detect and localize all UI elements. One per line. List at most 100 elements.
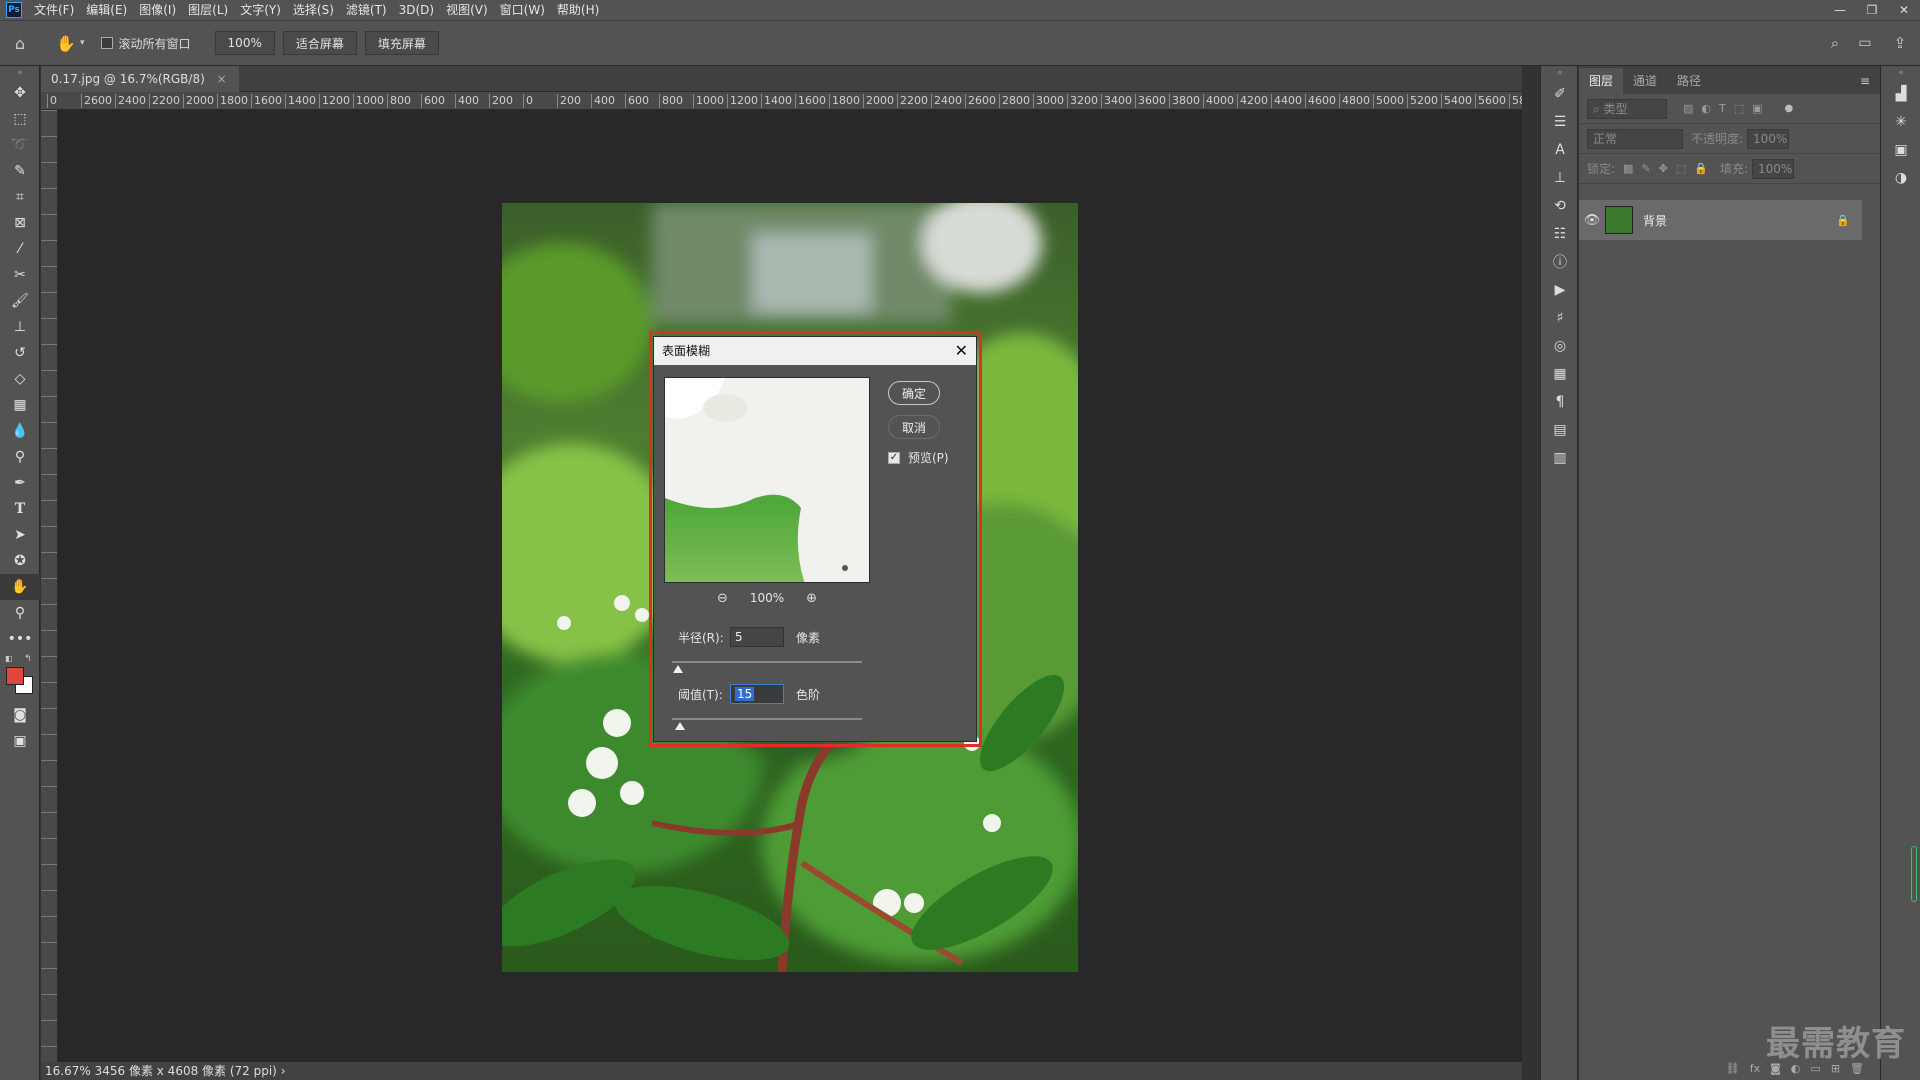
brush-tool-icon[interactable]: 🖌: [0, 288, 40, 314]
paragraph-icon[interactable]: ¶: [1541, 388, 1579, 416]
scroll-all-windows-checkbox[interactable]: 滚动所有窗口: [100, 35, 191, 52]
menu-3d[interactable]: 3D(D): [393, 0, 440, 20]
marquee-tool-icon[interactable]: ⬚: [0, 106, 40, 132]
quick-select-tool-icon[interactable]: ✎: [0, 158, 40, 184]
radius-slider-thumb[interactable]: [672, 665, 683, 673]
table-icon[interactable]: ▦: [1541, 360, 1579, 388]
screen-mode-icon[interactable]: ▣: [0, 728, 40, 754]
opacity-field[interactable]: 100%: [1747, 128, 1790, 149]
eraser-tool-icon[interactable]: ◇: [0, 366, 40, 392]
menu-edit[interactable]: 编辑(E): [80, 0, 133, 20]
document-tab[interactable]: 0.17.jpg @ 16.7%(RGB/8) ×: [41, 66, 239, 92]
fill-screen-button[interactable]: 填充屏幕: [364, 31, 439, 55]
zoom-out-icon[interactable]: ⊖: [717, 591, 728, 606]
default-colors-icon[interactable]: ◧: [5, 654, 13, 663]
type-tool-icon[interactable]: T: [0, 496, 40, 522]
color-icon[interactable]: ◑: [1881, 164, 1920, 192]
checkbox-checked-icon[interactable]: ✓: [888, 451, 900, 464]
adjustments-icon[interactable]: ☰: [1541, 108, 1579, 136]
menu-file[interactable]: 文件(F): [28, 0, 80, 20]
fit-screen-button[interactable]: 适合屏幕: [282, 31, 357, 55]
threshold-slider-track[interactable]: [672, 718, 862, 720]
hand-tool-icon[interactable]: ✋: [0, 574, 40, 600]
menu-type[interactable]: 文字(Y): [234, 0, 287, 20]
navigator-icon[interactable]: ✳: [1881, 108, 1920, 136]
notes-icon[interactable]: ▤: [1541, 416, 1579, 444]
restore-icon[interactable]: ❐: [1856, 0, 1888, 20]
character-icon[interactable]: A: [1541, 136, 1579, 164]
collapse-icon[interactable]: »: [0, 66, 40, 80]
color-swatches[interactable]: ◧ ↰: [0, 652, 40, 702]
radius-slider-track[interactable]: [672, 661, 862, 663]
menu-select[interactable]: 选择(S): [287, 0, 340, 20]
close-tab-icon[interactable]: ×: [217, 72, 227, 86]
eye-icon[interactable]: 👁: [1579, 213, 1605, 228]
layer-row[interactable]: 👁 背景 🔒: [1579, 200, 1862, 240]
collapse-icon[interactable]: «: [1881, 66, 1920, 80]
threshold-slider-thumb[interactable]: [674, 722, 685, 730]
info-icon[interactable]: ⓘ: [1541, 248, 1579, 276]
stamp-tool-icon[interactable]: ⊥: [0, 314, 40, 340]
more-tools-icon[interactable]: •••: [0, 626, 40, 652]
home-icon[interactable]: ⌂: [0, 34, 40, 53]
preview-checkbox[interactable]: ✓ 预览(P): [888, 449, 949, 466]
hand-tool-icon[interactable]: ✋: [52, 34, 80, 53]
glyphs-icon[interactable]: ▥: [1541, 444, 1579, 472]
search-icon[interactable]: ⌕: [1820, 34, 1850, 52]
quick-mask-icon[interactable]: ◙: [0, 702, 40, 728]
actions-icon[interactable]: ▶: [1541, 276, 1579, 304]
menu-help[interactable]: 帮助(H): [551, 0, 605, 20]
tab-channels[interactable]: 通道: [1623, 68, 1667, 94]
healing-tool-icon[interactable]: ✂: [0, 262, 40, 288]
cancel-button[interactable]: 取消: [888, 415, 940, 439]
zoom-100-button[interactable]: 100%: [214, 31, 275, 55]
menu-view[interactable]: 视图(V): [440, 0, 494, 20]
blur-tool-icon[interactable]: 💧: [0, 418, 40, 444]
styles-icon[interactable]: ♯: [1541, 304, 1579, 332]
ok-button[interactable]: 确定: [888, 381, 940, 405]
menu-window[interactable]: 窗口(W): [494, 0, 551, 20]
tab-paths[interactable]: 路径: [1667, 68, 1711, 94]
radius-input[interactable]: 5: [730, 627, 784, 647]
filter-type-icons[interactable]: ▨◐T⬚▣: [1683, 102, 1771, 115]
fill-field[interactable]: 100%: [1752, 158, 1795, 179]
minimize-icon[interactable]: —: [1824, 0, 1856, 20]
shape-tool-icon[interactable]: ✪: [0, 548, 40, 574]
move-tool-icon[interactable]: ✥: [0, 80, 40, 106]
histogram-icon[interactable]: ▟: [1881, 80, 1920, 108]
menu-filter[interactable]: 滤镜(T): [340, 0, 393, 20]
dodge-tool-icon[interactable]: ⚲: [0, 444, 40, 470]
tab-layers[interactable]: 图层: [1579, 68, 1624, 94]
pen-tool-icon[interactable]: ✒: [0, 470, 40, 496]
fx-icon[interactable]: fx: [1750, 1062, 1760, 1075]
close-icon[interactable]: ✕: [955, 337, 968, 365]
eyedropper-tool-icon[interactable]: ⁄: [0, 236, 40, 262]
lock-icons[interactable]: ▩✎✥⬚🔒: [1623, 162, 1716, 175]
filter-toggle-icon[interactable]: ●: [1785, 103, 1794, 114]
crop-tool-icon[interactable]: ⌗: [0, 184, 40, 210]
foreground-color-swatch[interactable]: [6, 667, 24, 685]
workspace-icon[interactable]: ▭: [1850, 35, 1880, 51]
path-select-tool-icon[interactable]: ➤: [0, 522, 40, 548]
3d-icon[interactable]: ◎: [1541, 332, 1579, 360]
collapse-icon[interactable]: «: [1541, 66, 1579, 80]
zoom-in-icon[interactable]: ⊕: [806, 591, 817, 606]
share-icon[interactable]: ⇪: [1880, 34, 1920, 52]
zoom-status[interactable]: 16.67%: [45, 1064, 91, 1078]
filter-preview[interactable]: [664, 377, 870, 583]
frame-tool-icon[interactable]: ⊠: [0, 210, 40, 236]
zoom-tool-icon[interactable]: ⚲: [0, 600, 40, 626]
properties-icon[interactable]: ▣: [1881, 136, 1920, 164]
menu-image[interactable]: 图像(I): [133, 0, 182, 20]
dialog-title-bar[interactable]: 表面模糊: [654, 337, 976, 365]
link-icon[interactable]: ⛓: [1726, 1062, 1740, 1075]
clone-source-icon[interactable]: ⊥: [1541, 164, 1579, 192]
blend-mode-select[interactable]: 正常: [1587, 128, 1683, 149]
chevron-right-icon[interactable]: ›: [281, 1064, 286, 1078]
checkbox-box[interactable]: [100, 37, 113, 49]
layer-name[interactable]: 背景: [1643, 212, 1667, 229]
layer-filter-select[interactable]: ⌕ 类型: [1587, 98, 1667, 119]
chevron-down-icon[interactable]: ▾: [80, 38, 85, 48]
gradient-tool-icon[interactable]: ▦: [0, 392, 40, 418]
scroll-indicator[interactable]: [1911, 846, 1917, 902]
